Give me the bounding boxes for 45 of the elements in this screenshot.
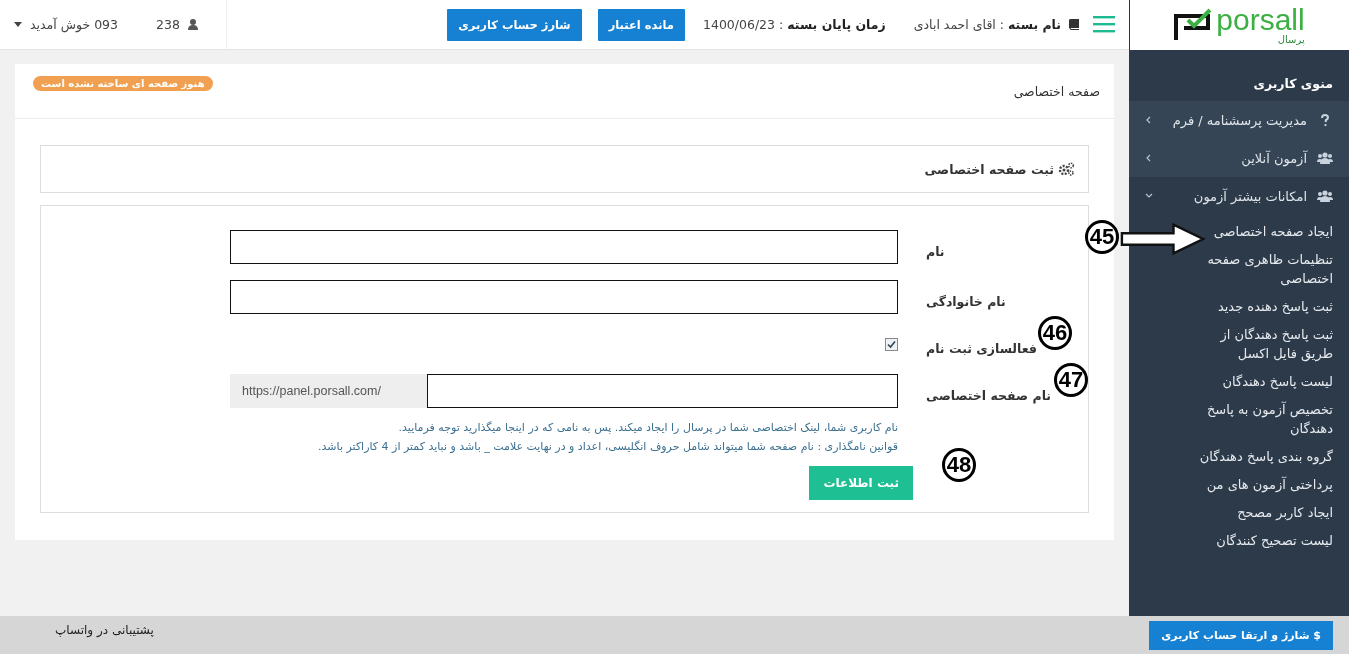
panel-title: ثبت صفحه اختصاصی bbox=[924, 161, 1054, 177]
submenu-item[interactable]: لیست پاسخ دهندگان bbox=[1222, 372, 1333, 391]
field-label: نام bbox=[926, 243, 945, 259]
url-prefix: https://panel.porsall.com/ bbox=[230, 374, 427, 408]
user-count: 238 bbox=[156, 17, 180, 32]
menu-item[interactable]: مدیریت پرسشنامه / فرم bbox=[1129, 101, 1349, 139]
chevron-down-icon bbox=[1145, 192, 1153, 200]
checkbox[interactable] bbox=[885, 337, 898, 351]
chevron-left-icon bbox=[1145, 154, 1153, 162]
submenu-item[interactable]: ثبت پاسخ دهنده جدید bbox=[1217, 297, 1333, 316]
help-text: قوانین نامگذاری : نام صفحه شما میتواند شامل حروف انگلیسی، اعداد و در نهایت علامت _ باشد و نباید کمتر از 4 کاراکتر باشد. bbox=[317, 439, 898, 455]
header-button[interactable]: مانده اعتبار bbox=[597, 8, 685, 41]
input-field[interactable] bbox=[230, 280, 898, 314]
page-title: صفحه اختصاصی bbox=[1013, 83, 1100, 99]
submenu-item[interactable]: تخصیص آزمون به پاسخ دهندگان bbox=[1199, 400, 1333, 438]
welcome-menu[interactable]: 093 خوش آمدید bbox=[30, 17, 119, 32]
package-name: نام بسته : اقای احمد ابادی bbox=[913, 17, 1061, 32]
user-icon bbox=[187, 19, 198, 30]
users-icon bbox=[1317, 152, 1333, 164]
menu-title: منوی کاربری bbox=[1252, 75, 1334, 93]
submenu-item[interactable]: پرداختی آزمون های من bbox=[1206, 475, 1333, 494]
caret-icon[interactable] bbox=[14, 22, 22, 27]
submenu-item[interactable]: ایجاد کاربر مصحح bbox=[1237, 503, 1333, 522]
book-icon bbox=[1069, 19, 1079, 30]
whatsapp-support-link[interactable]: پشتیبانی در واتساپ bbox=[55, 623, 154, 637]
logo-text: porsall bbox=[1216, 5, 1305, 35]
submenu-item[interactable]: ثبت پاسخ دهندگان از طریق فایل اکسل bbox=[1199, 325, 1333, 363]
submenu-item[interactable]: لیست تصحیح کنندگان bbox=[1216, 531, 1333, 550]
gears-icon bbox=[1058, 162, 1074, 176]
menu-item[interactable]: آزمون آنلاین bbox=[1129, 139, 1349, 177]
header-button[interactable]: شارژ حساب کاربری bbox=[447, 8, 582, 41]
status-badge: هنوز صفحه ای ساخته نشده است bbox=[33, 76, 213, 91]
field-label: نام صفحه اختصاصی bbox=[926, 387, 1052, 403]
users-icon bbox=[1317, 190, 1333, 202]
input-field[interactable] bbox=[230, 230, 898, 264]
help-text: نام کاربری شما، لینک اختصاصی شما در پرسال را ایجاد میکند. پس به نامی که در اینجا میگذارید توجه فرمایید. bbox=[397, 420, 898, 436]
chevron-left-icon bbox=[1145, 116, 1153, 124]
upgrade-button[interactable]: $ شارژ و ارتقا حساب کاربری bbox=[1149, 620, 1333, 650]
field-label: نام خانوادگی bbox=[926, 293, 1006, 309]
field-label: فعالسازی ثبت نام bbox=[926, 340, 1037, 356]
input-field[interactable] bbox=[427, 374, 898, 408]
submenu-item[interactable]: تنظیمات ظاهری صفحه اختصاصی bbox=[1199, 250, 1333, 288]
submenu-item[interactable]: ایجاد صفحه اختصاصی bbox=[1213, 222, 1333, 241]
logo-subtext: پرسال bbox=[1277, 35, 1305, 45]
submenu-item[interactable]: گروه بندی پاسخ دهندگان bbox=[1199, 447, 1333, 466]
